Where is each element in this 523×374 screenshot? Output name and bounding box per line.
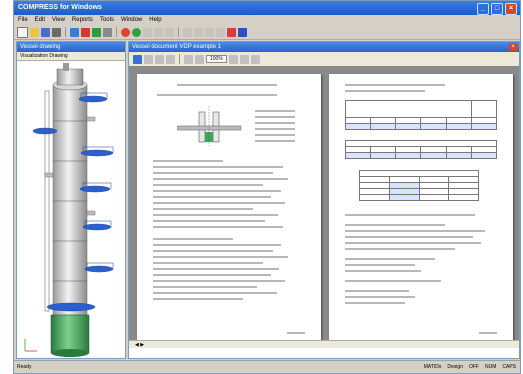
vessel-icon[interactable]	[183, 27, 192, 37]
status-design: Design	[447, 364, 463, 370]
save-icon[interactable]	[41, 27, 50, 37]
print-preview-icon[interactable]	[133, 54, 142, 64]
menu-help[interactable]: Help	[149, 15, 161, 25]
copy-icon[interactable]	[81, 27, 90, 37]
status-off: OFF	[468, 364, 479, 370]
run-icon[interactable]	[132, 27, 141, 37]
next-page-icon[interactable]	[166, 54, 175, 64]
results-table	[344, 140, 498, 159]
undo-icon[interactable]	[103, 27, 112, 37]
status-bar: Ready MATIDs Design OFF NUM CAPS	[14, 360, 520, 373]
document-title: Vessel document VDP example 1	[132, 44, 221, 50]
flange-icon[interactable]	[205, 27, 214, 37]
weights-table	[359, 170, 479, 201]
print-icon[interactable]	[52, 27, 61, 37]
close-preview-button[interactable]: ×	[509, 43, 517, 51]
calc-icon[interactable]	[121, 27, 130, 37]
sheet-icon[interactable]	[165, 27, 174, 37]
one-page-icon[interactable]	[228, 54, 238, 64]
report-page-2	[329, 74, 513, 342]
nozzle-icon[interactable]	[194, 27, 203, 37]
status-text: Ready	[17, 364, 32, 370]
window-titlebar: COMPRESS for Windows _ □ ×	[14, 1, 520, 15]
panel-tabs[interactable]: Visualization Drawing	[17, 52, 125, 61]
prev-page-icon[interactable]	[155, 54, 164, 64]
panel-title: Vessel drawing	[17, 42, 125, 52]
menu-edit[interactable]: Edit	[35, 15, 45, 25]
preview-area[interactable]: ◀ ▶	[129, 66, 519, 348]
menu-window[interactable]: Window	[121, 15, 142, 25]
window-title: COMPRESS for Windows	[18, 4, 102, 11]
delete-icon[interactable]	[227, 27, 236, 37]
menu-bar: File Edit View Reports Tools Window Help	[14, 15, 520, 25]
export-icon[interactable]	[250, 54, 260, 64]
paste-icon[interactable]	[92, 27, 101, 37]
menu-view[interactable]: View	[52, 15, 65, 25]
main-toolbar	[14, 25, 520, 40]
app-window: COMPRESS for Windows _ □ × File Edit Vie…	[13, 0, 521, 374]
toolbar-separator	[65, 27, 66, 37]
menu-tools[interactable]: Tools	[100, 15, 114, 25]
panel-title: Vessel document VDP example 1 ×	[129, 42, 519, 52]
page-scrollbar[interactable]: ◀ ▶	[129, 340, 519, 348]
menu-file[interactable]: File	[18, 15, 28, 25]
report-page-1	[137, 74, 321, 342]
menu-reports[interactable]: Reports	[72, 15, 93, 25]
support-icon[interactable]	[216, 27, 225, 37]
status-caps: CAPS	[502, 364, 516, 370]
status-num: NUM	[484, 364, 497, 370]
preview-toolbar: 100%	[129, 52, 519, 67]
report-preview-panel: Vessel document VDP example 1 × 100% ◀ ▶	[128, 41, 520, 359]
zoom-in-icon[interactable]	[184, 54, 193, 64]
two-page-icon[interactable]	[239, 54, 249, 64]
zoom-out-icon[interactable]	[195, 54, 204, 64]
new-icon[interactable]	[17, 26, 28, 38]
status-matids: MATIDs	[423, 364, 442, 370]
open-icon[interactable]	[30, 27, 39, 37]
vessel-3d-panel: Vessel drawing Visualization Drawing	[16, 41, 126, 359]
first-page-icon[interactable]	[144, 54, 153, 64]
vessel-drawing[interactable]	[17, 61, 125, 359]
toolbar-separator	[116, 27, 117, 37]
summary-table	[344, 100, 498, 130]
zoom-select[interactable]: 100%	[206, 55, 227, 63]
minimize-button[interactable]: _	[477, 3, 489, 15]
grid-icon[interactable]	[143, 27, 152, 37]
cut-icon[interactable]	[70, 27, 79, 37]
report-icon[interactable]	[154, 27, 163, 37]
toolbar-separator	[179, 54, 180, 64]
close-button[interactable]: ×	[505, 3, 517, 15]
maximize-button[interactable]: □	[491, 3, 503, 15]
nozzle-detail-figure	[177, 106, 242, 146]
help-icon[interactable]	[238, 27, 247, 37]
toolbar-separator	[178, 27, 179, 37]
